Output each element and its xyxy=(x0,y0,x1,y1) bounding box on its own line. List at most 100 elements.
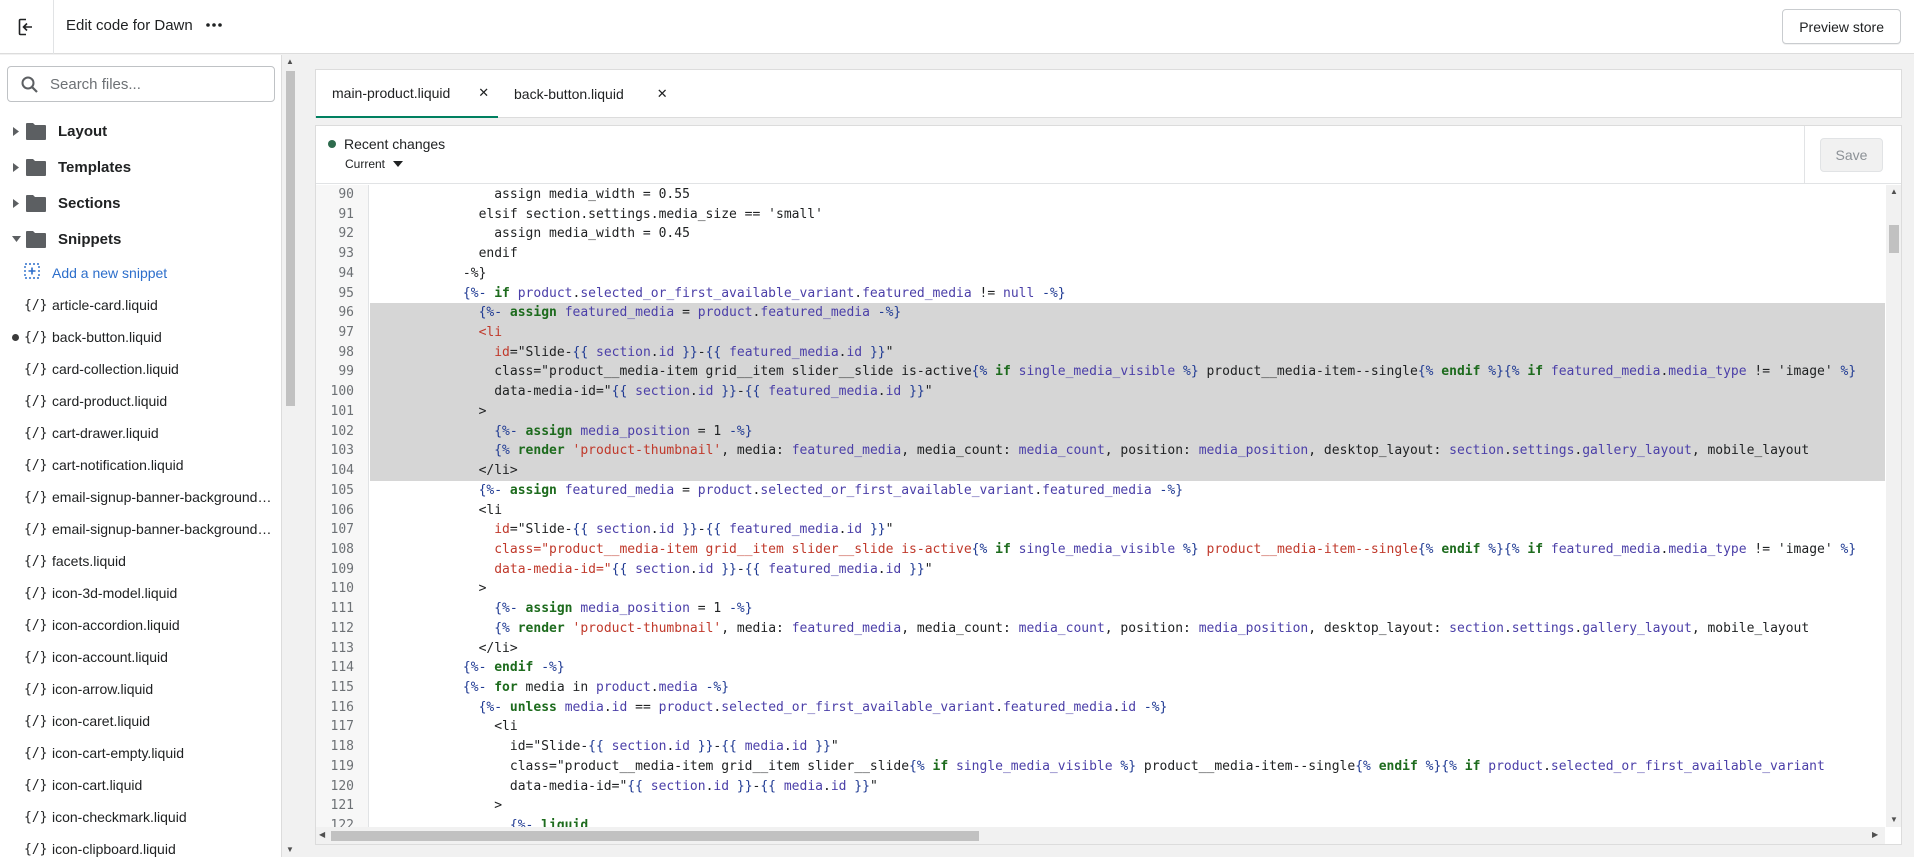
liquid-file-icon: {/} xyxy=(24,617,48,633)
status-dot-icon xyxy=(328,140,336,148)
line-text: {%- if product.selected_or_first_availab… xyxy=(462,285,1066,301)
line-number: 118 xyxy=(330,739,354,755)
file-item[interactable]: {/} email-signup-banner-background… xyxy=(0,481,280,513)
file-item[interactable]: {/} icon-clipboard.liquid xyxy=(0,833,280,857)
editor-scroll-thumb[interactable] xyxy=(1889,225,1899,253)
file-item[interactable]: {/} icon-caret.liquid xyxy=(0,705,280,737)
file-item[interactable]: {/} icon-3d-model.liquid xyxy=(0,577,280,609)
line-text: > xyxy=(369,403,487,419)
scroll-down-arrow[interactable]: ▼ xyxy=(1890,815,1898,824)
line-number: 104 xyxy=(330,463,354,479)
code-line: 116 {%- unless media.id == product.selec… xyxy=(316,698,1885,718)
file-item[interactable]: {/} card-product.liquid xyxy=(0,385,280,417)
more-actions-button[interactable] xyxy=(203,14,225,36)
file-item[interactable]: {/} cart-drawer.liquid xyxy=(0,417,280,449)
file-item[interactable]: {/} card-collection.liquid xyxy=(0,353,280,385)
line-text: {%- for media in product.media -%} xyxy=(462,680,730,695)
folder-snippets[interactable]: Snippets xyxy=(0,221,280,257)
close-icon[interactable]: ✕ xyxy=(478,85,489,101)
editor-vertical-scrollbar[interactable]: ▲ ▼ xyxy=(1886,185,1901,827)
code-line: 119 class="product__media-item grid__ite… xyxy=(316,757,1885,777)
add-snippet-label: Add a new snippet xyxy=(52,265,168,281)
scroll-left-arrow[interactable]: ◀ xyxy=(319,830,325,839)
file-item[interactable]: {/} back-button.liquid xyxy=(0,321,280,353)
folder-icon xyxy=(26,193,48,213)
code-line: 122 {%- liquid xyxy=(316,816,1885,827)
tab-main-product[interactable]: main-product.liquid ✕ xyxy=(316,70,498,118)
scroll-down-arrow[interactable]: ▼ xyxy=(286,845,294,854)
version-dropdown[interactable]: Current xyxy=(345,157,404,171)
code-line: 103 {% render 'product-thumbnail', media… xyxy=(316,441,1885,461)
line-text: data-media-id="{{ section.id }}-{{ media… xyxy=(369,778,878,794)
liquid-file-icon: {/} xyxy=(24,777,48,793)
code-line: 114 {%- endif -%} xyxy=(316,658,1885,678)
file-label: card-product.liquid xyxy=(52,393,168,409)
folder-sections[interactable]: Sections xyxy=(0,185,280,221)
horizontal-scroll-thumb[interactable] xyxy=(331,831,979,841)
file-tabs: main-product.liquid ✕ back-button.liquid… xyxy=(315,69,1902,118)
file-item[interactable]: {/} facets.liquid xyxy=(0,545,280,577)
file-item[interactable]: {/} icon-accordion.liquid xyxy=(0,609,280,641)
search-icon xyxy=(19,74,39,94)
file-item[interactable]: {/} icon-arrow.liquid xyxy=(0,673,280,705)
folder-layout[interactable]: Layout xyxy=(0,113,280,149)
line-text: > xyxy=(369,798,503,814)
liquid-file-icon: {/} xyxy=(24,329,48,345)
code-line: 109 data-media-id="{{ section.id }}-{{ f… xyxy=(316,560,1885,580)
file-item[interactable]: {/} icon-cart.liquid xyxy=(0,769,280,801)
folder-templates[interactable]: Templates xyxy=(0,149,280,185)
add-snippet-link[interactable]: Add a new snippet xyxy=(0,257,280,289)
close-icon[interactable]: ✕ xyxy=(657,86,668,102)
line-text: endif xyxy=(369,246,518,262)
scroll-up-arrow[interactable]: ▲ xyxy=(1890,187,1898,196)
line-text: data-media-id="{{ section.id }}-{{ featu… xyxy=(494,561,933,577)
line-number: 108 xyxy=(330,541,354,557)
code-line: 101 > xyxy=(316,402,1885,422)
line-text: data-media-id="{{ section.id }}-{{ featu… xyxy=(369,384,933,400)
sidebar-scrollbar[interactable]: ▲ ▼ xyxy=(282,55,298,857)
code-line: 93 endif xyxy=(316,244,1885,264)
code-area[interactable]: 90 assign media_width = 0.55 91 elsif sec… xyxy=(316,185,1885,827)
save-button[interactable]: Save xyxy=(1820,138,1883,172)
code-line: 100 data-media-id="{{ section.id }}-{{ f… xyxy=(316,382,1885,402)
scroll-right-arrow[interactable]: ▶ xyxy=(1872,830,1878,839)
tab-label: main-product.liquid xyxy=(332,85,451,101)
file-label: icon-clipboard.liquid xyxy=(52,841,176,857)
line-number: 106 xyxy=(330,502,354,518)
line-number: 94 xyxy=(338,265,354,281)
file-item[interactable]: {/} icon-cart-empty.liquid xyxy=(0,737,280,769)
tab-back-button[interactable]: back-button.liquid ✕ xyxy=(514,70,684,118)
folder-icon xyxy=(26,229,48,249)
liquid-file-icon: {/} xyxy=(24,297,48,313)
file-item[interactable]: {/} icon-account.liquid xyxy=(0,641,280,673)
line-number: 113 xyxy=(330,640,354,656)
scroll-up-arrow[interactable]: ▲ xyxy=(286,57,294,66)
line-text: </li> xyxy=(369,640,518,656)
file-item[interactable]: {/} cart-notification.liquid xyxy=(0,449,280,481)
search-input[interactable] xyxy=(50,75,270,93)
code-line: 120 data-media-id="{{ section.id }}-{{ m… xyxy=(316,777,1885,797)
file-item[interactable]: {/} article-card.liquid xyxy=(0,289,280,321)
preview-store-button[interactable]: Preview store xyxy=(1782,9,1901,44)
tab-label: back-button.liquid xyxy=(514,86,624,102)
modified-dot-icon xyxy=(12,333,19,341)
search-box xyxy=(7,66,275,102)
file-item[interactable]: {/} icon-checkmark.liquid xyxy=(0,801,280,833)
line-number: 109 xyxy=(330,561,354,577)
folder-label: Templates xyxy=(58,158,132,176)
file-item[interactable]: {/} email-signup-banner-background… xyxy=(0,513,280,545)
sidebar-scroll-thumb[interactable] xyxy=(286,71,295,406)
line-number: 92 xyxy=(338,226,354,242)
code-editor: Recent changes Current Save 90 assign me… xyxy=(315,125,1902,845)
file-label: icon-3d-model.liquid xyxy=(52,585,178,601)
editor-horizontal-scrollbar[interactable]: ◀ ▶ xyxy=(316,827,1885,844)
code-line: 94 -%} xyxy=(316,264,1885,284)
liquid-file-icon: {/} xyxy=(24,681,48,697)
file-label: email-signup-banner-background… xyxy=(52,489,272,505)
folder-label: Snippets xyxy=(58,230,122,248)
line-text: class="product__media-item grid__item sl… xyxy=(369,758,1825,774)
line-number: 95 xyxy=(338,285,354,301)
exit-button[interactable] xyxy=(0,0,54,54)
file-label: cart-drawer.liquid xyxy=(52,425,159,441)
line-text: > xyxy=(369,581,487,597)
